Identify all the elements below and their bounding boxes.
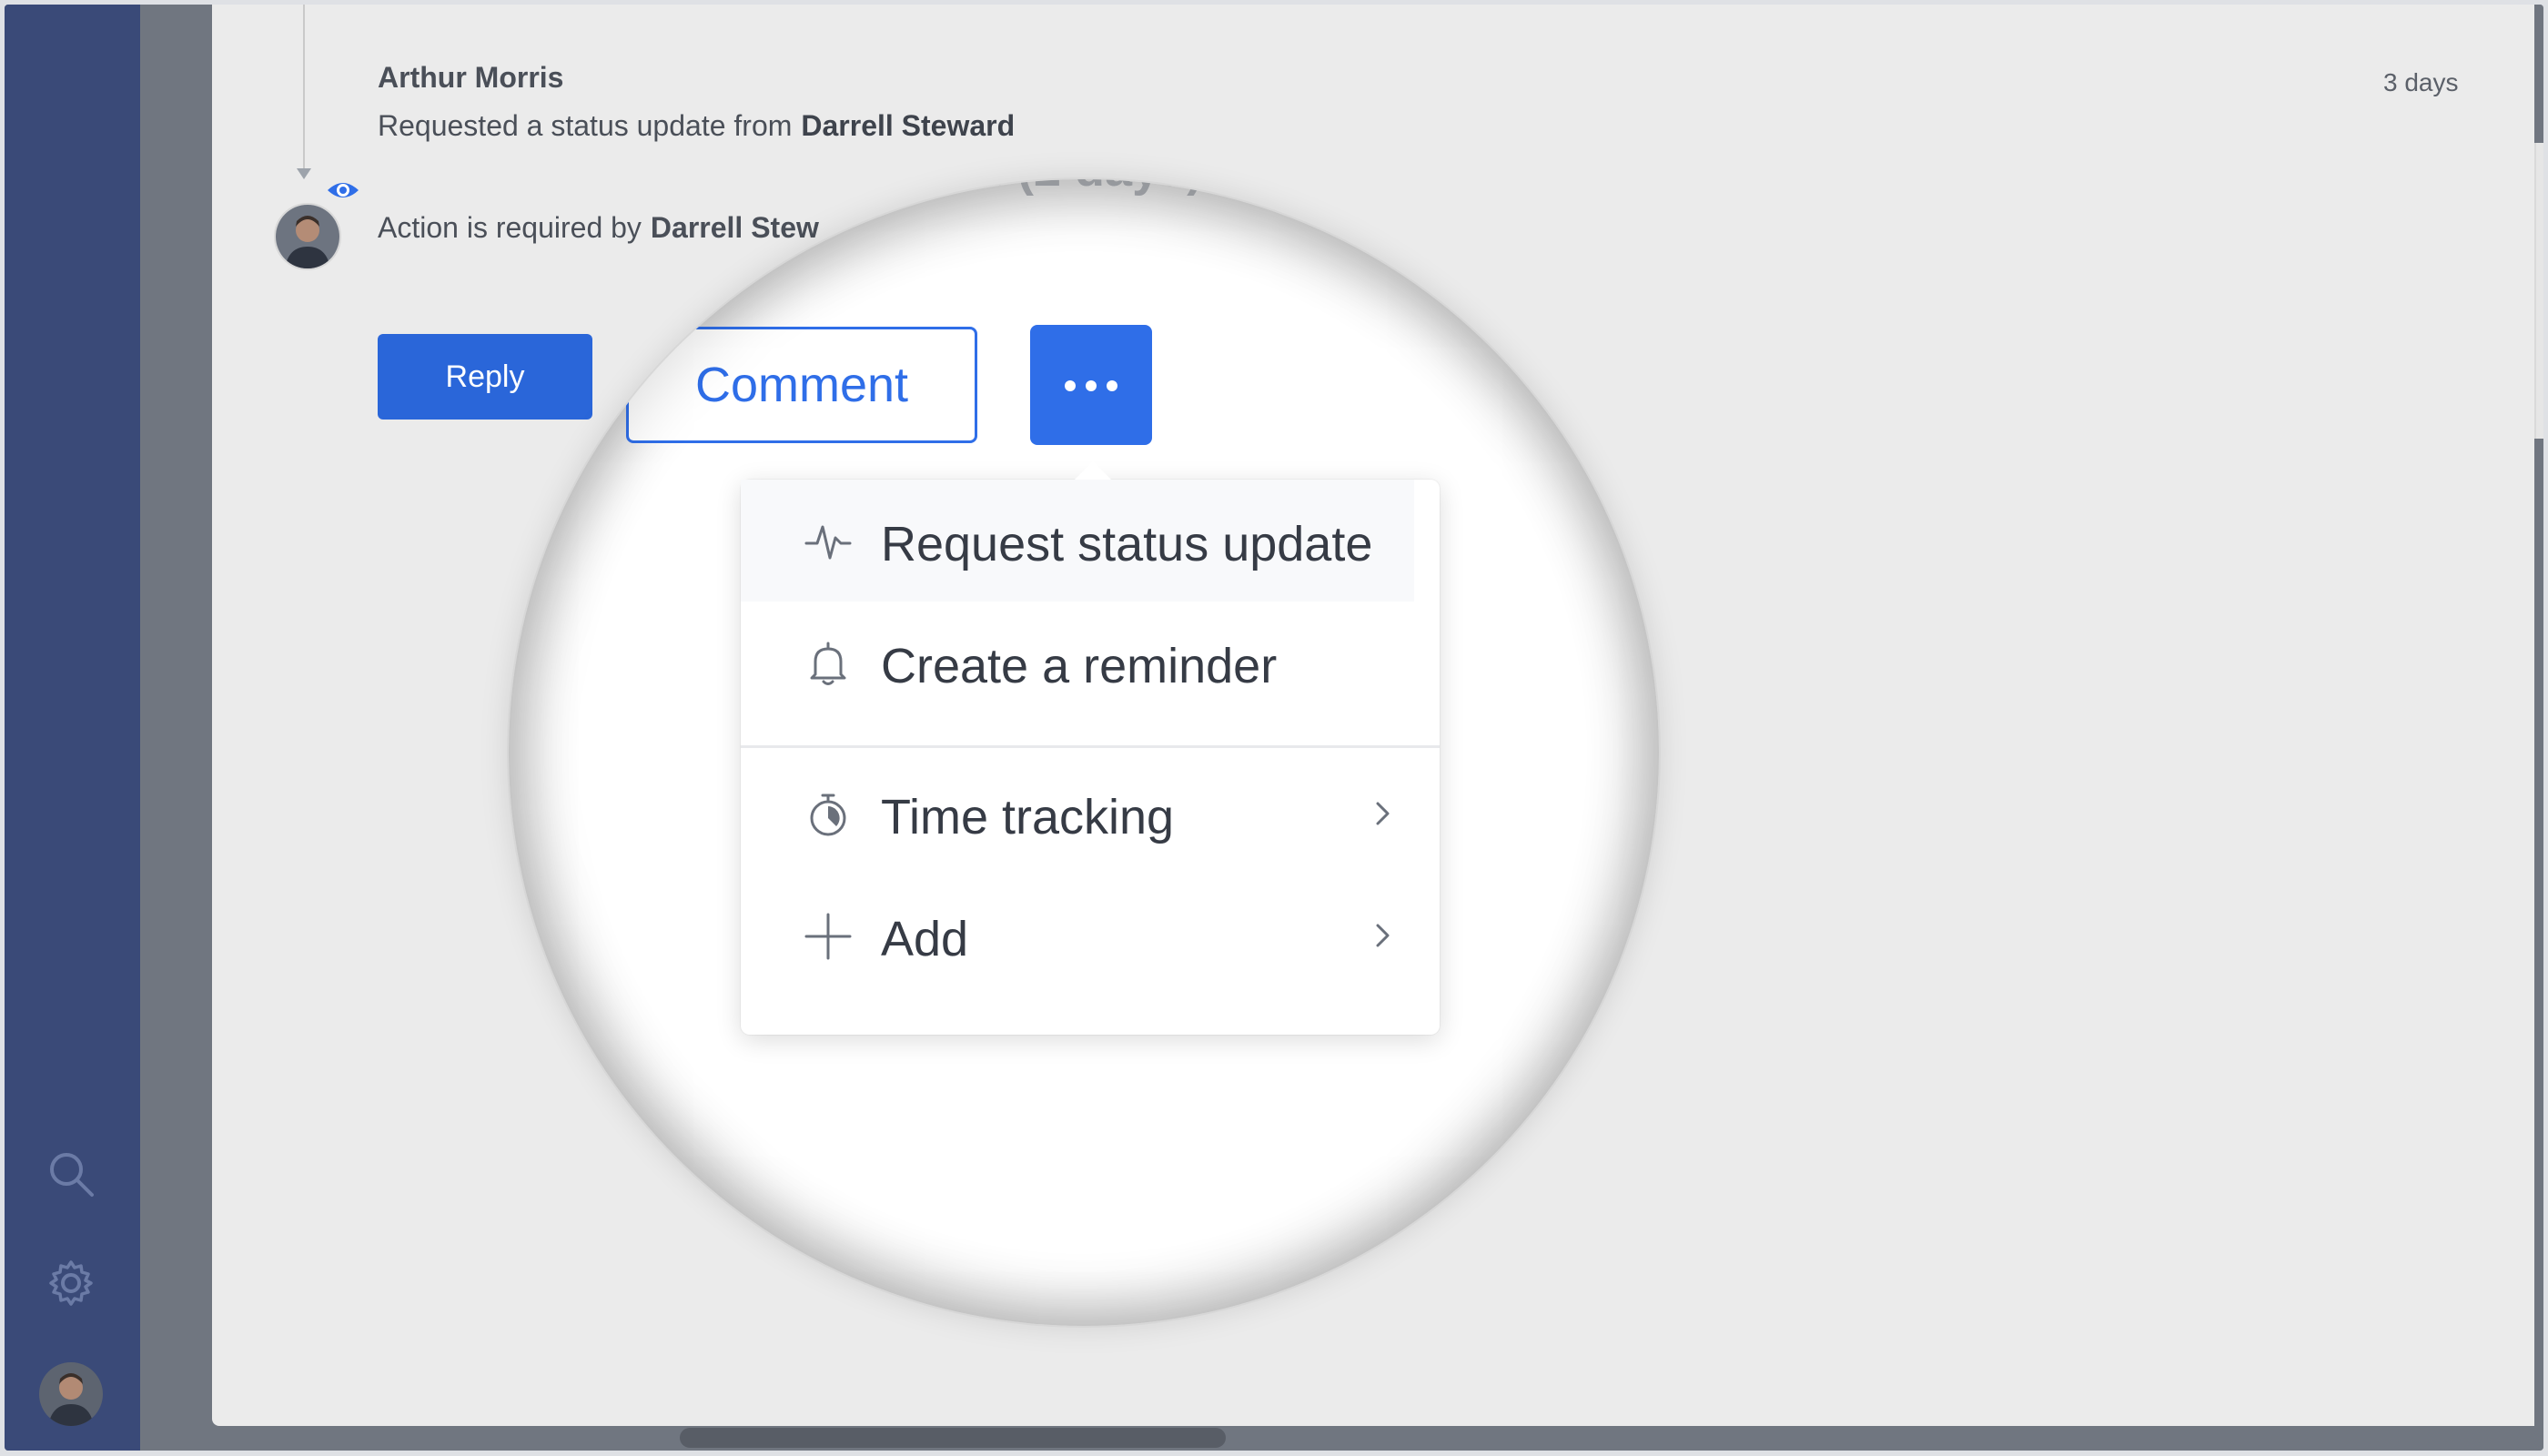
- menu-item-label: Create a reminder: [881, 639, 1278, 693]
- bell-icon: [810, 642, 846, 685]
- more-dot-icon: [1107, 380, 1117, 391]
- watching-eye-icon: [328, 183, 359, 197]
- panel-scrollbar[interactable]: [2534, 143, 2543, 439]
- action-text: Action is required by: [378, 211, 642, 244]
- magnified-overflow-text: ard (2 days): [927, 179, 1203, 197]
- assignee-avatar: [274, 203, 341, 270]
- sidebar: [5, 5, 140, 1451]
- menu-item-add[interactable]: Add: [741, 875, 1440, 996]
- activity-target[interactable]: Darrell Steward: [801, 109, 1015, 142]
- menu-item-time-tracking[interactable]: Time tracking: [741, 753, 1440, 875]
- plus-icon: [804, 913, 852, 960]
- more-dot-icon: [1065, 380, 1076, 391]
- more-actions-menu: Request status update Create a reminder: [741, 461, 1440, 1035]
- menu-item-label: Request status update: [881, 517, 1373, 571]
- menu-item-label: Time tracking: [881, 790, 1175, 844]
- menu-item-label: Add: [881, 912, 969, 966]
- gear-icon[interactable]: [45, 1257, 97, 1309]
- chevron-right-icon: [1376, 924, 1390, 947]
- more-dot-icon: [1086, 380, 1097, 391]
- action-required: Action is required by Darrell Stew: [378, 211, 819, 245]
- menu-item-create-reminder[interactable]: Create a reminder: [741, 602, 1414, 723]
- action-target[interactable]: Darrell Stew: [651, 211, 819, 244]
- stopwatch-icon: [810, 794, 846, 836]
- timeline-arrow-icon: [297, 168, 311, 179]
- search-icon[interactable]: [45, 1148, 97, 1200]
- user-avatar[interactable]: [39, 1362, 103, 1426]
- reply-button[interactable]: Reply: [378, 334, 592, 420]
- menu-divider: [741, 745, 1440, 748]
- activity-author: Arthur Morris: [378, 61, 564, 94]
- more-actions-button[interactable]: [1030, 325, 1152, 445]
- activity-pulse-icon: [804, 525, 852, 560]
- horizontal-scrollbar[interactable]: [680, 1428, 1226, 1448]
- magnifier-lens: ard (2 days) Comment Request status upda…: [509, 179, 1659, 1326]
- activity-description: Requested a status update from Darrell St…: [378, 109, 1015, 143]
- menu-caret: [1073, 461, 1113, 481]
- chevron-right-icon: [1376, 802, 1390, 825]
- app-window: VI Arthur Morris Requested a status upda…: [5, 5, 2543, 1451]
- timeline-connector: [303, 141, 305, 170]
- activity-text: Requested a status update from: [378, 109, 793, 142]
- comment-button[interactable]: Comment: [626, 327, 977, 443]
- menu-item-request-status-update[interactable]: Request status update: [741, 480, 1414, 602]
- activity-timestamp: 3 days: [2383, 68, 2459, 96]
- timeline-line: [303, 5, 305, 141]
